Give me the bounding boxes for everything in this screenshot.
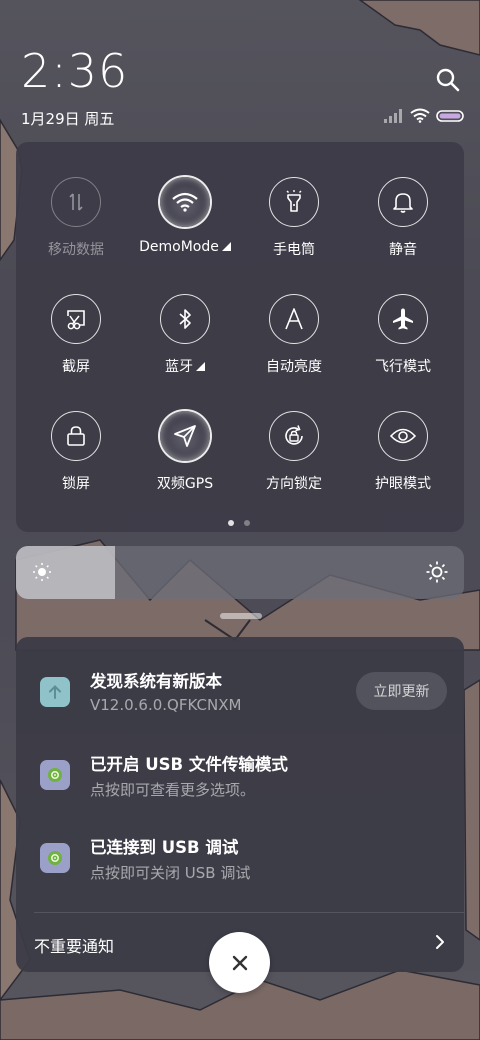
- android-settings-icon: [40, 760, 70, 790]
- tile-label: 双频GPS: [156, 476, 214, 492]
- tile-dual-gps[interactable]: 双频GPS: [130, 411, 240, 511]
- unimportant-notifications-link[interactable]: 不重要通知: [34, 933, 114, 957]
- tile-label: 方向锁定: [266, 476, 322, 492]
- notification-usb-debugging[interactable]: 已连接到 USB 调试 点按即可关闭 USB 调试: [16, 823, 464, 893]
- rotation-lock-icon: [269, 411, 319, 461]
- status-area: 2:36 1月29日 周五: [0, 0, 480, 140]
- tile-mobile-data[interactable]: 移动数据: [21, 177, 131, 277]
- tile-bluetooth[interactable]: 蓝牙: [130, 294, 240, 394]
- bluetooth-icon: [160, 294, 210, 344]
- clock[interactable]: 2:36: [21, 48, 128, 94]
- notification-title: 已连接到 USB 调试: [90, 838, 239, 857]
- battery-icon: [436, 108, 466, 127]
- tile-label: 护眼模式: [375, 476, 431, 492]
- tile-label: 飞行模式: [375, 359, 431, 375]
- tile-label-text: 蓝牙: [165, 359, 193, 375]
- tile-lock-screen[interactable]: 锁屏: [21, 411, 131, 511]
- tile-eye-care[interactable]: 护眼模式: [348, 411, 458, 511]
- page-indicator: [228, 520, 250, 526]
- tile-flashlight[interactable]: 手电筒: [239, 177, 349, 277]
- signal-icon: [384, 108, 404, 127]
- lock-icon: [51, 411, 101, 461]
- update-now-button[interactable]: 立即更新: [356, 672, 447, 710]
- tile-label: 截屏: [62, 359, 90, 375]
- page-dot-active: [228, 520, 234, 526]
- expand-triangle-icon: [196, 362, 205, 371]
- system-update-icon: [40, 677, 70, 707]
- notification-subtitle: 点按即可关闭 USB 调试: [90, 864, 251, 882]
- notification-title: 已开启 USB 文件传输模式: [90, 755, 288, 774]
- wifi-icon: [160, 177, 210, 227]
- tile-label: DemoMode: [130, 239, 240, 255]
- system-status-icons: [384, 108, 466, 126]
- notification-panel: 发现系统有新版本 V12.0.6.0.QFKCNXM 立即更新 已开启 USB …: [16, 637, 464, 972]
- chevron-right-icon[interactable]: [434, 933, 446, 955]
- notification-title: 发现系统有新版本: [90, 672, 222, 691]
- clear-all-button[interactable]: [209, 932, 270, 993]
- brightness-fill: [16, 546, 115, 599]
- tile-rotation-lock[interactable]: 方向锁定: [239, 411, 349, 511]
- screenshot-icon: [51, 294, 101, 344]
- mobile-data-icon: [51, 177, 101, 227]
- tile-label: 锁屏: [62, 476, 90, 492]
- date[interactable]: 1月29日 周五: [21, 108, 114, 129]
- quick-settings-panel: 移动数据 DemoMode 手电筒 静音 截屏 蓝牙 自动亮度 飞行模式 锁屏 …: [16, 142, 464, 532]
- tile-label-text: DemoMode: [139, 239, 219, 255]
- close-icon: [232, 955, 247, 970]
- notification-usb-file-transfer[interactable]: 已开启 USB 文件传输模式 点按即可查看更多选项。: [16, 740, 464, 810]
- tile-label: 自动亮度: [266, 359, 322, 375]
- android-settings-icon: [40, 843, 70, 873]
- tile-silent[interactable]: 静音: [348, 177, 458, 277]
- tile-label: 移动数据: [48, 242, 104, 258]
- bell-icon: [378, 177, 428, 227]
- tile-wifi[interactable]: DemoMode: [130, 177, 240, 277]
- search-icon[interactable]: [434, 66, 462, 94]
- auto-brightness-icon: [269, 294, 319, 344]
- notification-subtitle: V12.0.6.0.QFKCNXM: [90, 696, 242, 714]
- airplane-icon: [378, 294, 428, 344]
- wifi-icon: [410, 108, 430, 127]
- notification-system-update[interactable]: 发现系统有新版本 V12.0.6.0.QFKCNXM 立即更新: [16, 657, 464, 727]
- drag-handle[interactable]: [220, 613, 262, 619]
- brightness-high-icon: [426, 561, 448, 587]
- tile-screenshot[interactable]: 截屏: [21, 294, 131, 394]
- tile-label: 蓝牙: [130, 356, 240, 376]
- tile-airplane-mode[interactable]: 飞行模式: [348, 294, 458, 394]
- expand-triangle-icon: [221, 242, 231, 251]
- tile-label: 静音: [389, 242, 417, 258]
- eye-icon: [378, 411, 428, 461]
- divider: [34, 912, 464, 913]
- flashlight-icon: [269, 177, 319, 227]
- tile-auto-brightness[interactable]: 自动亮度: [239, 294, 349, 394]
- brightness-slider[interactable]: [16, 546, 464, 599]
- tile-label: 手电筒: [273, 242, 315, 258]
- page-dot: [244, 520, 250, 526]
- gps-icon: [160, 411, 210, 461]
- brightness-low-icon: [32, 562, 52, 586]
- notification-subtitle: 点按即可查看更多选项。: [90, 781, 256, 799]
